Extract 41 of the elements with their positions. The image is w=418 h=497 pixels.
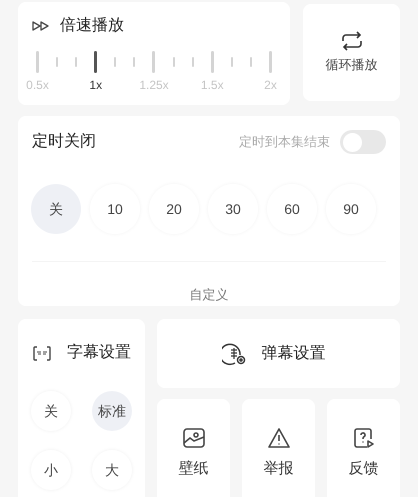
timer-option[interactable]: 90 bbox=[326, 184, 376, 234]
timer-option[interactable]: 10 bbox=[90, 184, 140, 234]
fast-forward-icon bbox=[32, 21, 50, 31]
timer-option[interactable]: 关 bbox=[31, 184, 81, 234]
help-document-icon bbox=[354, 428, 374, 448]
warning-icon bbox=[268, 428, 290, 448]
timer-option[interactable]: 20 bbox=[149, 184, 199, 234]
timer-option[interactable]: 60 bbox=[267, 184, 317, 234]
subtitle-option[interactable]: 关 bbox=[31, 391, 71, 431]
timer-option[interactable]: 30 bbox=[208, 184, 258, 234]
slider-tick bbox=[75, 57, 78, 67]
subtitle-icon bbox=[33, 346, 51, 360]
action-button[interactable]: 举报 bbox=[242, 399, 315, 497]
slider-tick bbox=[56, 57, 58, 67]
action-button[interactable]: 壁纸 bbox=[157, 399, 230, 497]
slider-tick bbox=[250, 57, 252, 67]
speed-title: 倍速播放 bbox=[60, 16, 124, 36]
loop-button[interactable]: 循环播放 bbox=[303, 4, 400, 101]
slider-tick bbox=[230, 57, 233, 67]
action-button[interactable]: 反馈 bbox=[327, 399, 400, 497]
subtitle-option[interactable]: 大 bbox=[92, 450, 132, 490]
slider-tick[interactable] bbox=[94, 51, 98, 73]
image-icon bbox=[182, 428, 204, 448]
repeat-icon bbox=[340, 30, 364, 51]
settings-badge-icon bbox=[222, 342, 248, 366]
custom-button[interactable]: 自定义 bbox=[190, 285, 228, 304]
slider-tick bbox=[133, 57, 136, 67]
danmaku-settings-button[interactable]: 弹幕设置 bbox=[157, 319, 400, 388]
timer-title: 定时关闭 bbox=[32, 132, 96, 152]
slider-tick bbox=[192, 57, 194, 67]
subtitle-option[interactable]: 小 bbox=[31, 450, 71, 490]
slider-tick[interactable] bbox=[36, 51, 39, 73]
speed-label[interactable]: 1x bbox=[89, 76, 102, 94]
slider-tick bbox=[114, 57, 116, 67]
slider-tick[interactable] bbox=[268, 51, 272, 73]
toggle-label: 定时到本集结束 bbox=[239, 133, 330, 152]
subtitle-title: 字幕设置 bbox=[67, 342, 131, 363]
subtitle-option[interactable]: 标准 bbox=[92, 391, 132, 431]
slider-tick[interactable] bbox=[152, 51, 156, 73]
slider-tick[interactable] bbox=[210, 51, 214, 73]
slider-tick bbox=[172, 57, 175, 67]
